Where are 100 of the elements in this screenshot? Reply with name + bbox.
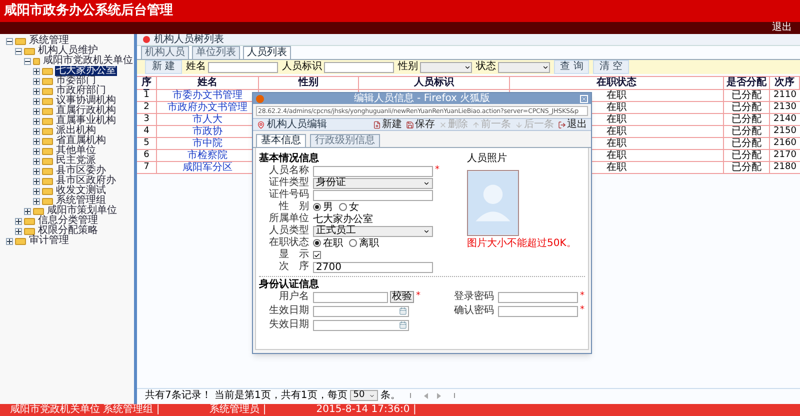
filter-label: 人员标识 bbox=[282, 62, 322, 72]
folder-icon bbox=[24, 228, 35, 234]
table-cell: 6 bbox=[137, 150, 157, 161]
tree-item[interactable]: 咸阳市党政机关单位 bbox=[42, 56, 134, 66]
tree-item[interactable]: 咸阳市策划单位 bbox=[46, 206, 118, 216]
table-cell-text: 2170 bbox=[772, 150, 798, 161]
field-label: 人员名称 bbox=[268, 166, 309, 176]
status-text: 2015-8-14 17:36:0 | bbox=[316, 405, 416, 415]
filter-button[interactable]: 查 询 bbox=[554, 60, 590, 74]
field-label: 失效日期 bbox=[268, 320, 309, 330]
tree-item[interactable]: 派出机构 bbox=[55, 126, 97, 136]
tree-item[interactable]: 议事协调机构 bbox=[55, 96, 117, 106]
expand-toggle-icon[interactable] bbox=[6, 238, 13, 244]
expand-toggle-icon[interactable] bbox=[33, 88, 40, 94]
radio-button[interactable] bbox=[339, 203, 347, 211]
select-field[interactable]: 正式员工 bbox=[313, 226, 433, 236]
expand-toggle-icon[interactable] bbox=[15, 218, 22, 224]
expand-toggle-icon[interactable] bbox=[33, 108, 40, 114]
app-title: 咸阳市政务办公系统后台管理 bbox=[4, 2, 173, 20]
field-label: 所属单位 bbox=[268, 214, 309, 224]
expand-toggle-icon[interactable] bbox=[33, 128, 40, 134]
tab[interactable]: 行政级别信息 bbox=[310, 134, 380, 147]
expand-toggle-icon[interactable] bbox=[33, 188, 40, 194]
text-input[interactable] bbox=[313, 292, 388, 302]
table-cell: 3 bbox=[137, 114, 157, 125]
tab[interactable]: 单位列表 bbox=[192, 46, 240, 59]
expand-toggle-icon[interactable] bbox=[33, 168, 40, 174]
password-input[interactable] bbox=[498, 292, 578, 302]
field-label: 人员类型 bbox=[268, 226, 309, 236]
tree-item[interactable]: 市委部门 bbox=[55, 76, 97, 86]
logout-link[interactable]: 退出 bbox=[772, 23, 792, 33]
table-cell: 7 bbox=[137, 162, 157, 173]
tree-item[interactable]: 系统管理 bbox=[28, 36, 70, 46]
tab[interactable]: 机构人员 bbox=[141, 46, 189, 59]
folder-icon bbox=[24, 48, 35, 54]
expand-toggle-icon[interactable] bbox=[33, 178, 40, 184]
date-field[interactable] bbox=[313, 320, 409, 330]
expand-toggle-icon[interactable] bbox=[33, 158, 40, 164]
tree-item[interactable]: 收发文测试 bbox=[55, 186, 107, 196]
tree-item[interactable]: 七大家办公室 bbox=[55, 66, 117, 76]
date-field[interactable] bbox=[313, 306, 409, 316]
collapse-toggle-icon[interactable] bbox=[6, 38, 13, 44]
radio-button[interactable] bbox=[313, 239, 321, 247]
check-button[interactable]: 校验 bbox=[390, 291, 414, 303]
table-cell-text: 2180 bbox=[772, 162, 798, 173]
expand-toggle-icon[interactable] bbox=[33, 68, 40, 74]
tree-item[interactable]: 系统管理组 bbox=[55, 196, 107, 206]
collapse-toggle-icon[interactable] bbox=[15, 48, 22, 54]
radio-button[interactable] bbox=[349, 239, 357, 247]
filter-input[interactable] bbox=[208, 62, 278, 72]
folder-icon bbox=[42, 128, 53, 134]
tree-item[interactable]: 机构人员维护 bbox=[37, 46, 99, 56]
expand-toggle-icon[interactable] bbox=[33, 118, 40, 124]
tree-item[interactable]: 直属事业机构 bbox=[55, 116, 117, 126]
select-field[interactable]: 身份证 bbox=[313, 178, 433, 188]
close-icon[interactable] bbox=[580, 94, 588, 102]
expand-toggle-icon[interactable] bbox=[15, 228, 22, 234]
tree-item[interactable]: 县市区政府办 bbox=[55, 176, 117, 186]
tab[interactable]: 人员列表 bbox=[243, 46, 291, 59]
field-label: 生效日期 bbox=[268, 306, 309, 316]
expand-toggle-icon[interactable] bbox=[33, 138, 40, 144]
tree-item[interactable]: 信息分类管理 bbox=[37, 216, 99, 226]
tree-item[interactable]: 市政府部门 bbox=[55, 86, 107, 96]
password-input[interactable] bbox=[498, 306, 578, 316]
new-button[interactable]: 新 建 bbox=[145, 60, 182, 74]
tree-item[interactable]: 权限分配策略 bbox=[37, 226, 99, 236]
tree-item[interactable]: 县市区委办 bbox=[55, 166, 107, 176]
save-icon bbox=[406, 120, 414, 128]
folder-icon bbox=[33, 58, 40, 64]
page-size-select[interactable]: 50 bbox=[350, 390, 378, 401]
text-input[interactable] bbox=[313, 190, 433, 200]
field-label: 次 序 bbox=[278, 262, 309, 272]
expand-toggle-icon[interactable] bbox=[33, 198, 40, 204]
expand-toggle-icon[interactable] bbox=[33, 148, 40, 154]
text-input[interactable]: 2700 bbox=[313, 262, 433, 272]
filter-button[interactable]: 清 空 bbox=[593, 60, 629, 74]
folder-icon bbox=[42, 98, 53, 104]
radio-label: 在职 bbox=[323, 236, 343, 250]
toolbar-button[interactable]: 新建 bbox=[373, 120, 402, 130]
status-text: 咸阳市党政机关单位 系统管理组 | bbox=[10, 405, 160, 415]
section-title: 基本情况信息 bbox=[259, 153, 320, 165]
new-icon bbox=[373, 120, 381, 128]
tree-item[interactable]: 直属行政机构 bbox=[55, 106, 117, 116]
tab[interactable]: 基本信息 bbox=[256, 134, 306, 147]
table-cell: 已分配 bbox=[724, 162, 770, 173]
expand-toggle-icon[interactable] bbox=[33, 98, 40, 104]
browser-icon bbox=[256, 94, 264, 102]
toolbar-button[interactable]: 保存 bbox=[406, 120, 435, 130]
tree-item[interactable]: 省直属机构 bbox=[55, 136, 107, 146]
checkbox[interactable] bbox=[313, 251, 321, 259]
radio-button[interactable] bbox=[313, 203, 321, 211]
collapse-toggle-icon[interactable] bbox=[24, 58, 31, 64]
expand-toggle-icon[interactable] bbox=[33, 78, 40, 84]
tree-item[interactable]: 审计管理 bbox=[28, 236, 70, 246]
table-cell: 已分配 bbox=[724, 138, 770, 149]
filter-input[interactable] bbox=[324, 62, 394, 72]
tree-item[interactable]: 民主党派 bbox=[55, 156, 97, 166]
expand-toggle-icon[interactable] bbox=[24, 208, 31, 214]
text-input[interactable] bbox=[313, 166, 433, 176]
tree-item[interactable]: 其他单位 bbox=[55, 146, 97, 156]
